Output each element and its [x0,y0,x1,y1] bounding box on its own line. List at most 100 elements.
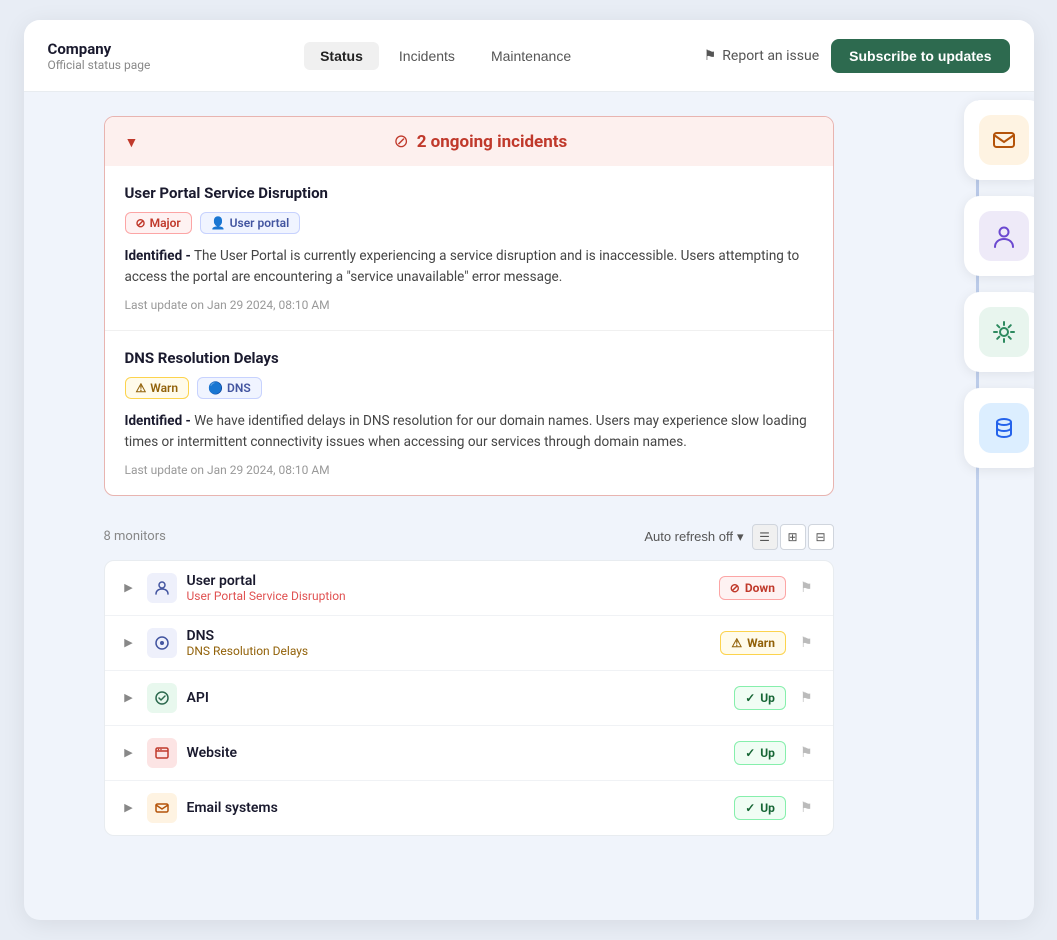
expand-button[interactable]: ▶ [121,746,137,759]
tag-warn: ⚠ Warn [125,377,190,399]
header: Company Official status page Status Inci… [24,20,1034,92]
up-icon: ✓ [745,801,755,815]
settings-sidebar-icon [979,307,1029,357]
report-issue-link[interactable]: ⚑ Report an issue [704,48,819,64]
monitor-row: ▶ API ✓ Up ⚑ [105,671,833,726]
monitor-controls: Auto refresh off ▾ ☰ ⊞ ⊟ [644,524,833,550]
brand: Company Official status page [48,40,188,72]
monitor-info-api: API [187,690,725,706]
incident-header: ▼ ⊘ 2 ongoing incidents [105,117,833,166]
expand-button[interactable]: ▶ [121,581,137,594]
email-sidebar-icon [979,115,1029,165]
incident-2-tags: ⚠ Warn 🔵 DNS [125,377,813,399]
content-area: ▼ ⊘ 2 ongoing incidents User Portal Serv… [104,116,834,836]
incident-item-1: User Portal Service Disruption ⊘ Major 👤… [105,166,833,331]
status-badge-up: ✓ Up [734,741,786,765]
monitor-icon-dns [147,628,177,658]
portal-icon: 👤 [211,216,226,230]
dns-icon: 🔵 [208,381,223,395]
down-icon: ⊘ [730,581,740,595]
monitor-row: ▶ Website ✓ Up ⚑ [105,726,833,781]
warn-icon: ⚠ [136,381,147,395]
auto-refresh-button[interactable]: Auto refresh off ▾ [644,529,743,545]
incident-1-title: User Portal Service Disruption [125,184,813,202]
incident-item-2: DNS Resolution Delays ⚠ Warn 🔵 DNS Ident… [105,331,833,495]
status-badge-up: ✓ Up [734,796,786,820]
right-sidebar [964,100,1034,468]
collapse-button[interactable]: ▼ [125,134,139,150]
incident-warning-icon: ⊘ [394,131,409,152]
up-icon: ✓ [745,691,755,705]
user-sidebar-icon [979,211,1029,261]
warn-status-icon: ⚠ [731,636,742,650]
expand-button[interactable]: ▶ [121,636,137,649]
monitor-name: DNS [187,628,711,644]
header-actions: ⚑ Report an issue Subscribe to updates [704,39,1010,73]
monitor-list: ▶ User portal User Portal Service Disrup… [104,560,834,836]
monitor-row: ▶ Email systems ✓ Up ⚑ [105,781,833,835]
monitor-row: ▶ User portal User Portal Service Disrup… [105,561,833,616]
monitor-row: ▶ DNS DNS Resolution Delays ⚠ Warn ⚑ [105,616,833,671]
monitor-icon-website [147,738,177,768]
monitor-name: User portal [187,573,709,589]
incident-1-tags: ⊘ Major 👤 User portal [125,212,813,234]
incident-title-row: ⊘ 2 ongoing incidents [148,131,812,152]
monitor-name: Email systems [187,800,725,816]
monitor-info-dns: DNS DNS Resolution Delays [187,628,711,658]
flag-icon: ⚑ [704,48,717,64]
flag-button[interactable]: ⚑ [796,744,817,761]
auto-refresh-label: Auto refresh off [644,529,733,544]
up-icon: ✓ [745,746,755,760]
monitor-sub-warn: DNS Resolution Delays [187,644,711,658]
flag-button[interactable]: ⚑ [796,579,817,596]
brand-name: Company [48,40,188,58]
view-grid-icon[interactable]: ⊞ [780,524,806,550]
brand-subtitle: Official status page [48,58,188,72]
sidebar-card-user [964,196,1034,276]
report-issue-label: Report an issue [722,48,819,64]
monitor-icon-email [147,793,177,823]
monitor-name: API [187,690,725,706]
monitors-header: 8 monitors Auto refresh off ▾ ☰ ⊞ ⊟ [104,524,834,550]
sidebar-card-db [964,388,1034,468]
nav-incidents[interactable]: Incidents [383,42,471,70]
incident-1-description: Identified - The User Portal is currentl… [125,246,813,288]
incident-2-title: DNS Resolution Delays [125,349,813,367]
view-icons: ☰ ⊞ ⊟ [752,524,834,550]
monitor-icon-portal [147,573,177,603]
chevron-down-icon: ▾ [737,529,744,545]
tag-major: ⊘ Major [125,212,192,234]
main-content: ▼ ⊘ 2 ongoing incidents User Portal Serv… [24,92,1034,860]
nav-maintenance[interactable]: Maintenance [475,42,587,70]
incident-2-time: Last update on Jan 29 2024, 08:10 AM [125,463,813,477]
monitor-sub: User Portal Service Disruption [187,589,709,603]
monitor-name: Website [187,745,725,761]
flag-button[interactable]: ⚑ [796,634,817,651]
incident-1-time: Last update on Jan 29 2024, 08:10 AM [125,298,813,312]
monitor-info-portal: User portal User Portal Service Disrupti… [187,573,709,603]
incident-count-text: 2 ongoing incidents [417,132,568,152]
subscribe-button[interactable]: Subscribe to updates [831,39,1009,73]
tag-dns: 🔵 DNS [197,377,262,399]
monitors-count: 8 monitors [104,529,166,544]
major-icon: ⊘ [136,216,146,230]
main-nav: Status Incidents Maintenance [188,42,704,70]
status-badge-up: ✓ Up [734,686,786,710]
status-badge-warn: ⚠ Warn [720,631,786,655]
flag-button[interactable]: ⚑ [796,689,817,706]
incident-2-description: Identified - We have identified delays i… [125,411,813,453]
monitor-info-website: Website [187,745,725,761]
view-compact-icon[interactable]: ⊟ [808,524,834,550]
monitor-icon-api [147,683,177,713]
db-sidebar-icon [979,403,1029,453]
nav-status[interactable]: Status [304,42,379,70]
expand-button[interactable]: ▶ [121,801,137,814]
incident-box: ▼ ⊘ 2 ongoing incidents User Portal Serv… [104,116,834,496]
view-list-icon[interactable]: ☰ [752,524,778,550]
status-badge-down: ⊘ Down [719,576,786,600]
tag-user-portal: 👤 User portal [200,212,301,234]
expand-button[interactable]: ▶ [121,691,137,704]
flag-button[interactable]: ⚑ [796,799,817,816]
sidebar-card-settings [964,292,1034,372]
monitor-info-email: Email systems [187,800,725,816]
